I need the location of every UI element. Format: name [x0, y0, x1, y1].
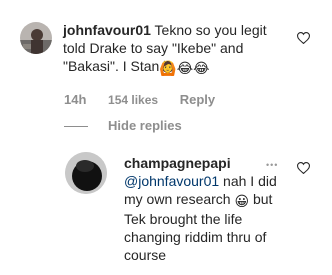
comment-text-line3: "Bakasi". I Stan — [63, 58, 160, 74]
hide-replies-button[interactable]: Hide replies — [108, 118, 182, 133]
comment-time[interactable]: 14h — [64, 92, 86, 107]
reply-text-line2-rest: but — [249, 191, 273, 207]
hide-replies-divider — [64, 126, 88, 127]
heart-outline-icon[interactable] — [297, 162, 310, 174]
comment-text-line2: told Drake to say "Ikebe" and — [63, 40, 244, 56]
reply-text-line2: my own research — [124, 191, 231, 207]
comment-emojis: 🙆😂😂 — [159, 60, 210, 76]
reply-body: champagnepapi @johnfavour01 nah I did my… — [124, 154, 294, 264]
reply-button[interactable]: Reply — [180, 92, 215, 107]
avatar-champagnepapi[interactable] — [65, 152, 107, 194]
reply-emoji: 😀 — [234, 193, 250, 209]
comment-username[interactable]: johnfavour01 — [63, 22, 151, 38]
reply-text-line5: course — [124, 247, 167, 263]
reply-mention-link[interactable]: @johnfavour01 — [124, 173, 219, 189]
heart-outline-icon[interactable] — [297, 32, 310, 44]
comment-likes[interactable]: 154 likes — [108, 93, 158, 107]
reply-text-line1: nah I did — [219, 173, 277, 189]
comment-text-line1: Tekno so you legit — [154, 22, 267, 38]
more-options-icon[interactable]: ••• — [266, 160, 278, 170]
avatar-johnfavour01[interactable] — [20, 22, 52, 54]
comment-meta-row: 14h 154 likes Reply — [64, 92, 233, 107]
reply-text-line3: Tek brought the life — [124, 211, 243, 227]
comment-body: johnfavour01 Tekno so you legit told Dra… — [63, 21, 303, 77]
reply-text-line4: changing riddim thru of — [124, 229, 267, 245]
